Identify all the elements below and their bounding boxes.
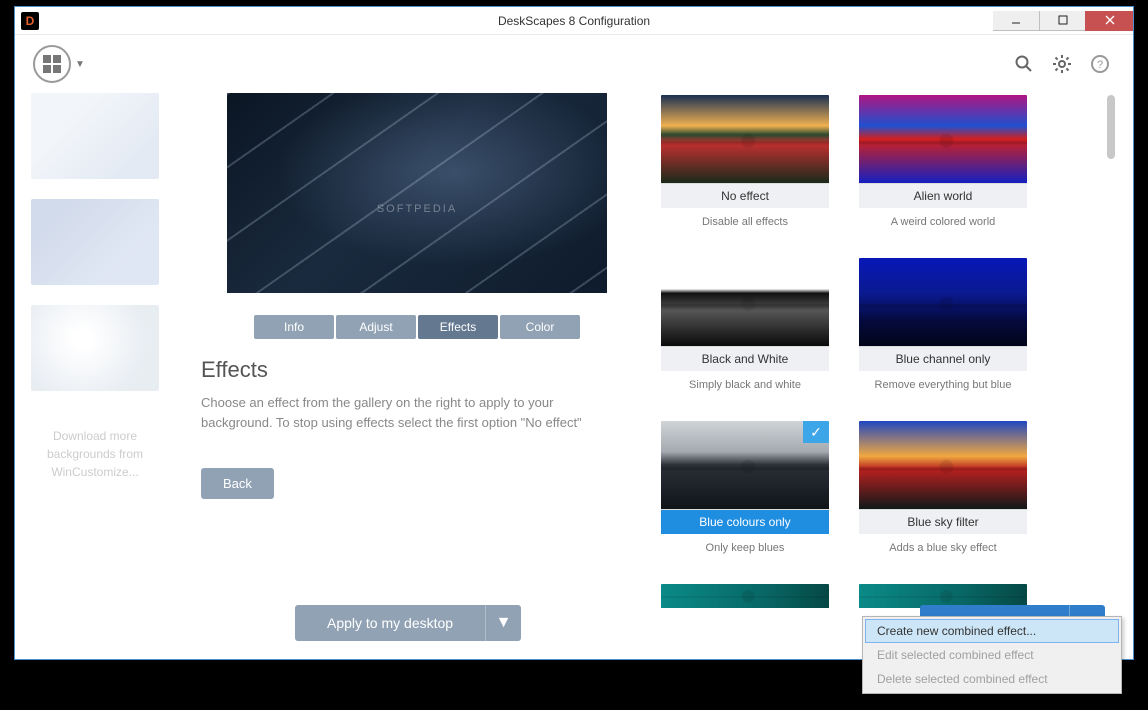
effect-desc: Remove everything but blue: [859, 379, 1027, 391]
download-more-link[interactable]: Download more backgrounds from WinCustom…: [31, 427, 159, 481]
effect-thumb: [859, 95, 1027, 183]
background-thumb[interactable]: [31, 93, 159, 179]
tab-info[interactable]: Info: [254, 315, 334, 339]
apply-button[interactable]: Apply to my desktop: [295, 605, 485, 641]
context-menu: Create new combined effect... Edit selec…: [862, 616, 1122, 694]
effect-thumb: [859, 421, 1027, 509]
watermark: SOFTPEDIA: [227, 203, 607, 215]
close-button[interactable]: [1085, 11, 1133, 31]
svg-text:?: ?: [1097, 59, 1103, 71]
sidebar: Download more backgrounds from WinCustom…: [31, 93, 201, 647]
center-pane: SOFTPEDIA Info Adjust Effects Color Effe…: [201, 93, 661, 647]
section-title: Effects: [201, 357, 633, 383]
toolbar: ▼ ?: [15, 35, 1133, 93]
effect-desc: Disable all effects: [661, 216, 829, 228]
effect-label: Alien world: [859, 183, 1027, 208]
effect-card[interactable]: [661, 584, 829, 608]
gear-icon[interactable]: [1047, 49, 1077, 79]
section-description: Choose an effect from the gallery on the…: [201, 393, 601, 432]
main-menu-button[interactable]: [33, 45, 71, 83]
menu-item-delete: Delete selected combined effect: [865, 667, 1119, 691]
window-title: DeskScapes 8 Configuration: [15, 14, 1133, 28]
effect-label: Blue channel only: [859, 346, 1027, 371]
minimize-button[interactable]: [993, 11, 1039, 31]
effect-label: Blue colours only: [661, 509, 829, 534]
effect-desc: Adds a blue sky effect: [859, 542, 1027, 554]
menu-item-edit: Edit selected combined effect: [865, 643, 1119, 667]
tab-effects[interactable]: Effects: [418, 315, 498, 339]
effect-label: Black and White: [661, 346, 829, 371]
effect-desc: Only keep blues: [661, 542, 829, 554]
help-icon[interactable]: ?: [1085, 49, 1115, 79]
chevron-down-icon: ▼: [75, 59, 85, 70]
effect-thumb: [661, 95, 829, 183]
effect-desc: A weird colored world: [859, 216, 1027, 228]
tabs: Info Adjust Effects Color: [201, 315, 633, 339]
preview-image: SOFTPEDIA: [227, 93, 607, 293]
content: Download more backgrounds from WinCustom…: [15, 93, 1133, 659]
check-icon: ✓: [803, 421, 829, 443]
effect-label: No effect: [661, 183, 829, 208]
effect-card[interactable]: Blue channel only Remove everything but b…: [859, 258, 1027, 391]
app-icon: D: [21, 12, 39, 30]
effect-card[interactable]: Alien world A weird colored world: [859, 95, 1027, 228]
tab-color[interactable]: Color: [500, 315, 580, 339]
effect-card[interactable]: No effect Disable all effects: [661, 95, 829, 228]
apply-dropdown[interactable]: ▼: [485, 605, 521, 641]
background-thumb[interactable]: [31, 199, 159, 285]
window-controls: [993, 11, 1133, 31]
back-button[interactable]: Back: [201, 468, 274, 499]
effect-thumb: ✓: [661, 421, 829, 509]
effect-card[interactable]: Blue sky filter Adds a blue sky effect: [859, 421, 1027, 554]
effects-gallery: No effectDisable all effectsAlien worldA…: [661, 93, 1117, 647]
effect-card[interactable]: ✓ Blue colours only Only keep blues: [661, 421, 829, 554]
titlebar: D DeskScapes 8 Configuration: [15, 7, 1133, 35]
menu-item-create[interactable]: Create new combined effect...: [865, 619, 1119, 643]
maximize-button[interactable]: [1039, 11, 1085, 31]
effect-desc: Simply black and white: [661, 379, 829, 391]
scrollbar-thumb[interactable]: [1107, 95, 1115, 159]
window: D DeskScapes 8 Configuration ▼ ?: [14, 6, 1134, 660]
tab-adjust[interactable]: Adjust: [336, 315, 416, 339]
effect-thumb: [661, 258, 829, 346]
effect-card[interactable]: Black and White Simply black and white: [661, 258, 829, 391]
effect-thumb: [859, 258, 1027, 346]
effect-label: Blue sky filter: [859, 509, 1027, 534]
apply-row: Apply to my desktop ▼: [295, 605, 521, 641]
background-thumb[interactable]: [31, 305, 159, 391]
effect-thumb: [661, 584, 829, 608]
search-icon[interactable]: [1009, 49, 1039, 79]
